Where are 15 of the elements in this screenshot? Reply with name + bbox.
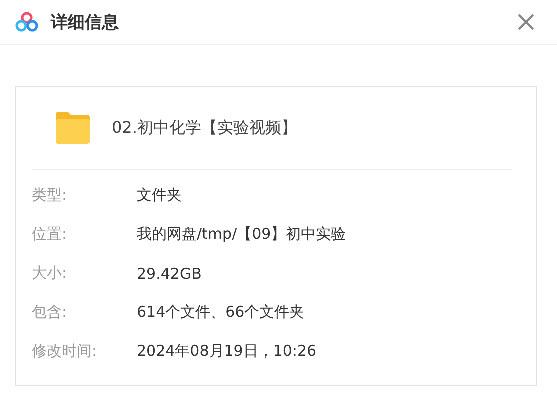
property-value: 我的网盘/tmp/【09】初中实验 (137, 225, 346, 244)
property-value: 2024年08月19日，10:26 (137, 342, 317, 361)
property-value: 614个文件、66个文件夹 (137, 303, 305, 322)
cloud-logo-icon (15, 11, 39, 33)
property-label: 位置: (32, 225, 68, 244)
property-label: 类型: (32, 186, 68, 205)
property-label: 大小: (32, 264, 68, 283)
folder-icon (54, 111, 92, 145)
window-title: 详细信息 (51, 12, 120, 34)
property-value: 29.42GB (137, 264, 202, 282)
folder-name: 02.初中化学【实验视频】 (112, 118, 298, 138)
property-label: 修改时间: (32, 342, 98, 361)
property-label: 包含: (32, 303, 68, 322)
close-button[interactable]: × (510, 8, 542, 36)
property-value: 文件夹 (137, 186, 182, 205)
